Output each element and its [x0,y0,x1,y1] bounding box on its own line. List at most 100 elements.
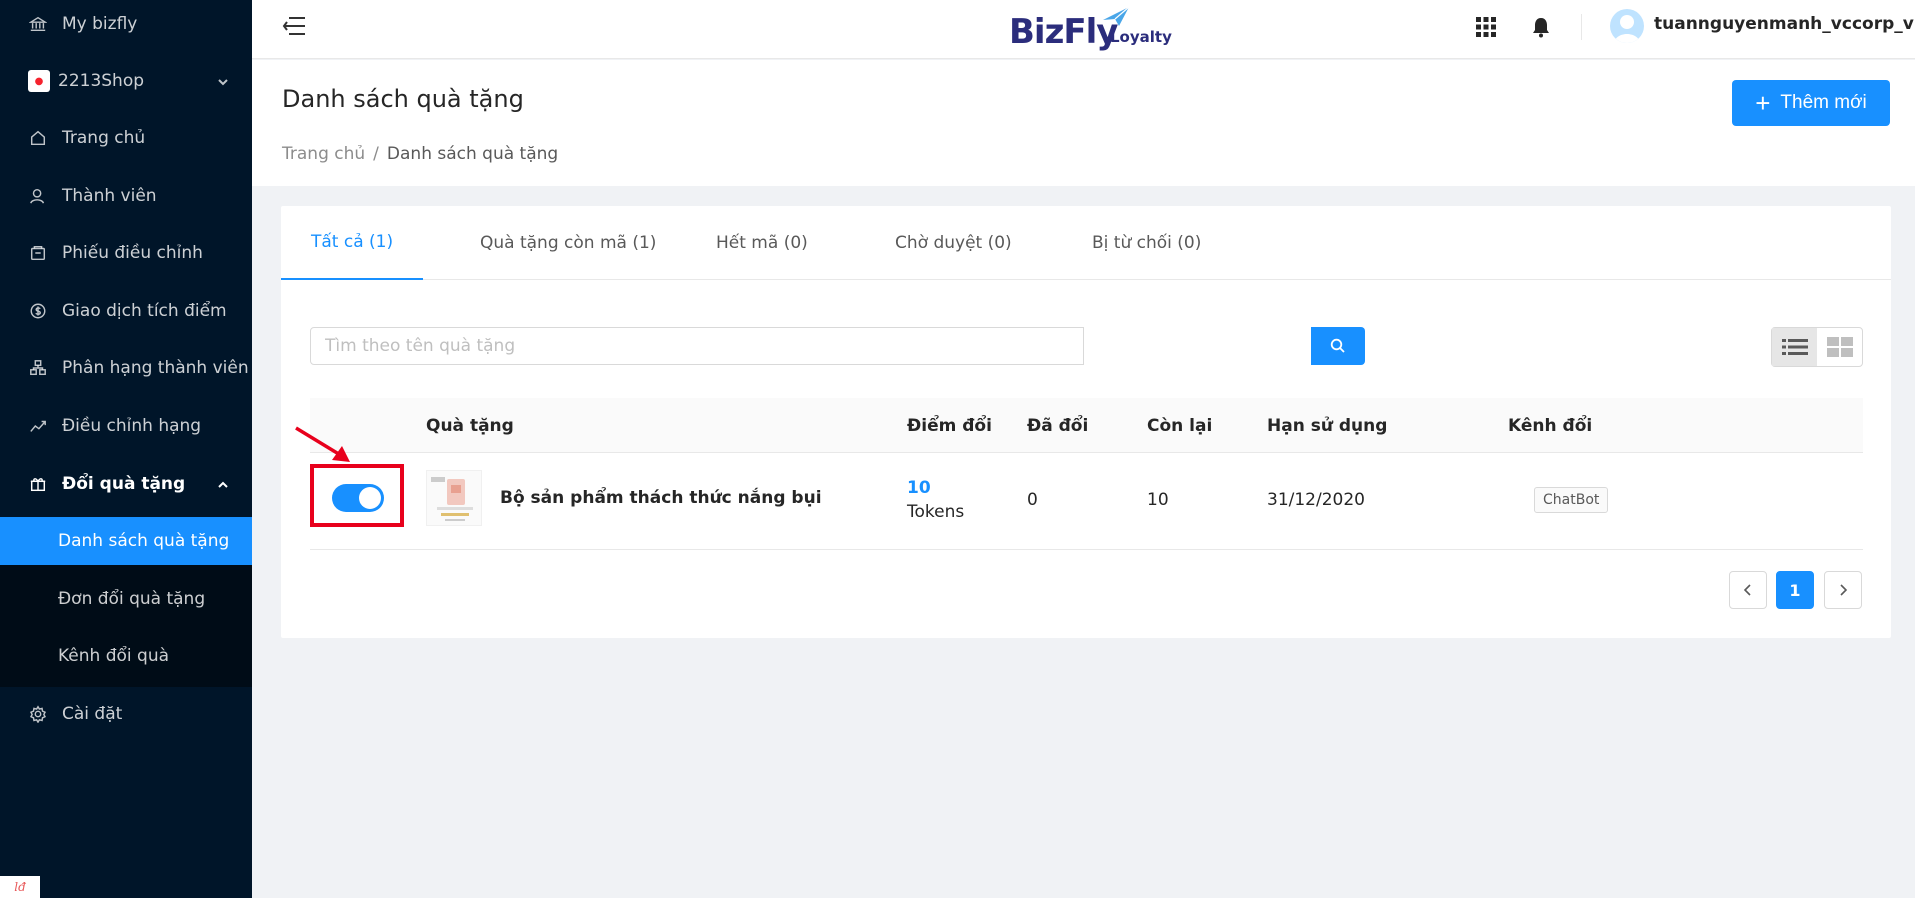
header-divider [1581,14,1582,40]
chevron-right-icon [1840,584,1848,596]
active-toggle[interactable] [332,484,384,512]
table-header: Quà tặng Điểm đổi Đã đổi Còn lại Hạn sử … [310,398,1863,453]
avatar[interactable] [1610,9,1644,43]
list-view-button[interactable] [1772,328,1817,366]
cluster-icon [28,358,48,378]
sidebar: My bizfly ● 2213Shop Trang chủ Thành viê… [0,0,252,898]
paper-plane-icon [1103,6,1130,26]
top-header: BizFly Loyalty tuannguyenmanh_vccorp_vn [252,0,1915,59]
grid-view-button[interactable] [1817,328,1862,366]
pagination-page[interactable]: 1 [1776,571,1814,609]
sidebar-item-label: Điều chỉnh hạng [62,416,202,436]
column-header-gift: Quà tặng [426,415,514,436]
list-icon [1781,339,1808,355]
sidebar-item-label: Thành viên [62,186,157,206]
sidebar-item-label: Đổi quà tặng [62,474,186,494]
gift-list-card: Tất cả (1) Quà tặng còn mã (1) Hết mã (0… [281,206,1891,638]
shop-selector[interactable]: ● 2213Shop [0,57,252,105]
user-icon [28,186,48,206]
dollar-icon [28,301,48,321]
sidebar-item-label: Phân hạng thành viên [62,358,249,378]
channel-tag: ChatBot [1534,487,1609,513]
column-header-channel: Kênh đổi [1508,415,1593,436]
plus-icon: + [1755,88,1771,118]
gift-thumbnail[interactable] [426,470,482,526]
corner-logo-icon: lđ [0,876,40,898]
gift-points: 10 Tokens [907,478,964,522]
gift-icon [28,474,48,494]
redeemed-count: 0 [1027,490,1038,510]
search-icon [1330,338,1345,353]
sidebar-item-label: Giao dịch tích điểm [62,301,227,321]
gear-icon [28,704,48,724]
sidebar-item-label: Đơn đổi quà tặng [58,589,206,609]
shop-name: 2213Shop [58,71,145,91]
sidebar-item-label: My bizfly [62,14,138,34]
status-tabs: Tất cả (1) Quà tặng còn mã (1) Hết mã (0… [281,206,1891,280]
sidebar-item-gift-exchange[interactable]: Đổi quà tặng [0,460,252,508]
tab-with-codes[interactable]: Quà tặng còn mã (1) [450,206,686,280]
remaining-count: 10 [1147,490,1169,510]
highlight-box [310,464,404,527]
menu-fold-icon[interactable] [282,15,308,37]
sidebar-item-tier-adjustment[interactable]: Điều chỉnh hạng [0,402,252,450]
annotation-arrow-icon [295,426,350,462]
breadcrumb-separator: / [373,144,379,164]
chevron-left-icon [1743,584,1751,596]
tab-pending[interactable]: Chờ duyệt (0) [865,206,1042,280]
sidebar-item-settings[interactable]: Cài đặt [0,690,252,738]
sidebar-item-members[interactable]: Thành viên [0,172,252,220]
sidebar-item-label: Danh sách quà tặng [58,531,230,551]
sidebar-item-point-transactions[interactable]: Giao dịch tích điểm [0,287,252,335]
username[interactable]: tuannguyenmanh_vccorp_vn [1654,14,1915,34]
search-input[interactable] [310,327,1084,365]
chevron-up-icon [216,477,230,491]
page-title: Danh sách quà tặng [282,85,524,113]
table-row: Bộ sản phẩm thách thức nắng bụi 10 Token… [310,453,1863,550]
sidebar-item-gift-list[interactable]: Danh sách quà tặng [0,517,252,565]
wallet-icon [28,243,48,263]
grid-icon [1826,337,1853,357]
sidebar-item-label: Phiếu điều chỉnh [62,243,203,263]
sidebar-item-label: Cài đặt [62,704,123,724]
column-header-remaining: Còn lại [1147,415,1213,436]
expiry-date: 31/12/2020 [1267,490,1365,510]
page-heading: Danh sách quà tặng Trang chủ / Danh sách q… [252,60,1915,186]
bell-icon[interactable] [1528,14,1554,40]
sidebar-item-home[interactable]: Trang chủ [0,114,252,162]
sidebar-item-member-tiers[interactable]: Phân hạng thành viên [0,344,252,392]
points-unit: Tokens [907,502,965,522]
breadcrumb: Trang chủ / Danh sách quà tặng [282,144,558,164]
tab-all[interactable]: Tất cả (1) [281,206,424,280]
sidebar-item-adjustment-voucher[interactable]: Phiếu điều chỉnh [0,229,252,277]
sidebar-item-label: Trang chủ [62,128,146,148]
column-header-expiry: Hạn sử dụng [1267,415,1388,436]
add-new-label: Thêm mới [1780,92,1867,113]
tab-rejected[interactable]: Bị từ chối (0) [1062,206,1231,280]
sidebar-item-my-bizfly[interactable]: My bizfly [0,0,252,48]
apps-grid-icon[interactable] [1473,14,1499,40]
chevron-down-icon [216,74,230,88]
pagination-prev[interactable] [1729,571,1767,609]
bizfly-loyalty-logo[interactable]: BizFly Loyalty [1009,6,1189,52]
sidebar-item-gift-channels[interactable]: Kênh đổi quà [0,632,252,680]
logo-sub-text: Loyalty [1110,28,1172,46]
pagination-next[interactable] [1824,571,1862,609]
sidebar-item-label: Kênh đổi quà [58,646,170,666]
view-toggle [1771,327,1863,367]
shop-logo-icon: ● [28,70,50,92]
column-header-redeemed: Đã đổi [1027,415,1089,436]
gift-name[interactable]: Bộ sản phẩm thách thức nắng bụi [500,488,822,508]
toggle-knob [359,487,381,509]
points-value: 10 [907,478,931,498]
breadcrumb-current: Danh sách quà tặng [386,144,559,164]
column-header-points: Điểm đổi [907,415,992,436]
line-chart-icon [28,416,48,436]
bank-icon [28,14,48,34]
breadcrumb-home[interactable]: Trang chủ [282,144,365,164]
tab-out-of-codes[interactable]: Hết mã (0) [686,206,838,280]
sidebar-item-gift-orders[interactable]: Đơn đổi quà tặng [0,575,252,623]
home-icon [28,128,48,148]
add-new-button[interactable]: + Thêm mới [1732,80,1890,126]
search-button[interactable] [1311,327,1365,365]
